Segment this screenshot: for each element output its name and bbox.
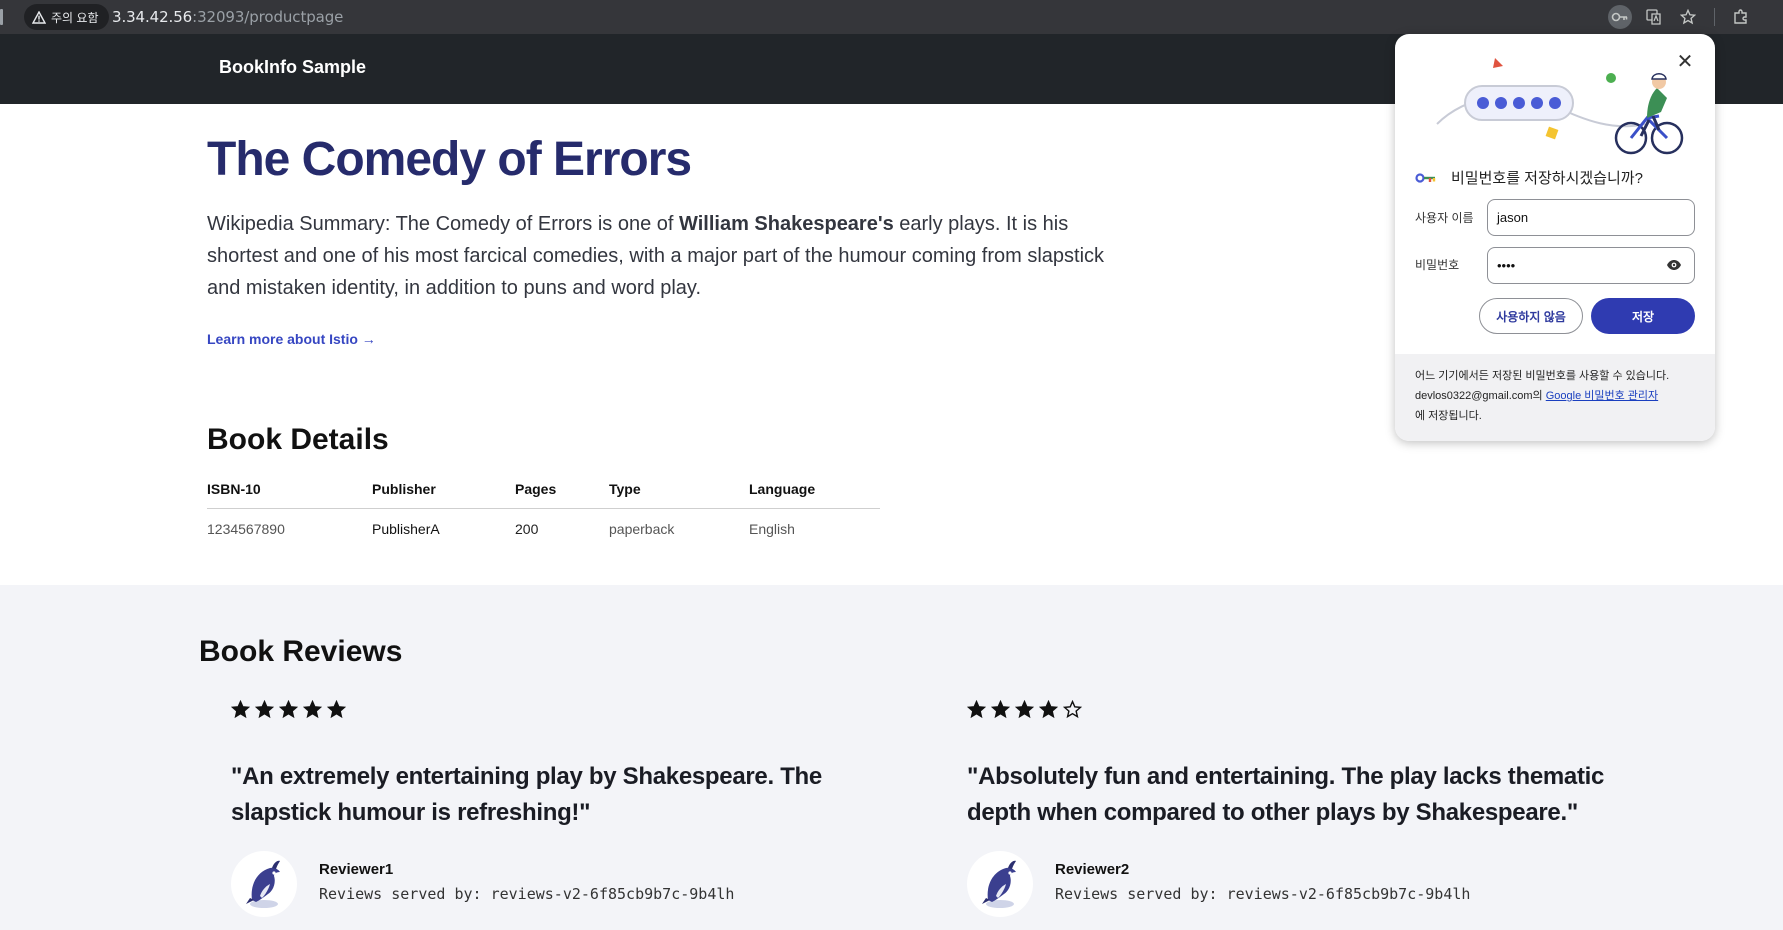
tab-edge	[0, 9, 3, 25]
review-card-1: "An extremely entertaining play by Shake…	[231, 700, 911, 921]
dolphin-icon	[246, 860, 280, 908]
page-title: The Comedy of Errors	[207, 133, 692, 186]
bookmark-star-icon[interactable]	[1676, 5, 1700, 29]
browser-toolbar: 주의 요함 3.34.42.56:32093/productpage	[0, 0, 1783, 34]
table-row: 1234567890 PublisherA 200 paperback Engl…	[207, 508, 880, 550]
column-header-isbn: ISBN-10	[207, 470, 372, 509]
dialog-footer: 어느 기기에서든 저장된 비밀번호를 사용할 수 있습니다. devlos032…	[1395, 354, 1715, 441]
review-quote: "An extremely entertaining play by Shake…	[231, 763, 822, 826]
footer-line-3: 에 저장됩니다.	[1415, 410, 1482, 422]
password-label: 비밀번호	[1415, 258, 1460, 272]
book-summary: Wikipedia Summary: The Comedy of Errors …	[207, 208, 1107, 304]
table-header-row: ISBN-10 Publisher Pages Type Language	[207, 470, 880, 509]
url-path: :32093/productpage	[192, 8, 344, 26]
toolbar-divider	[1714, 8, 1715, 26]
dialog-title: 비밀번호를 저장하시겠습니까?	[1451, 170, 1643, 187]
book-details-table: ISBN-10 Publisher Pages Type Language 12…	[207, 470, 880, 550]
password-key-icon[interactable]	[1608, 5, 1632, 29]
star-filled-icon	[967, 700, 986, 719]
dialog-heading: 비밀번호를 저장하시겠습니까?	[1415, 167, 1643, 188]
summary-author: William Shakespeare's	[679, 213, 894, 235]
star-filled-icon	[1015, 700, 1034, 719]
password-field[interactable]: ••••	[1487, 247, 1695, 284]
save-password-dialog: ✕ 비밀번호를 저장하시겠습니까? 사용자 이름 jason 비밀번호 ••••…	[1395, 34, 1715, 441]
column-header-publisher: Publisher	[372, 470, 515, 509]
book-details-heading: Book Details	[207, 423, 389, 456]
star-filled-icon	[327, 700, 346, 719]
isbn-value: 1234567890	[207, 521, 285, 538]
learn-more-link[interactable]: Learn more about Istio →	[207, 331, 376, 347]
reviewer-avatar	[967, 851, 1033, 917]
served-by-text: Reviews served by: reviews-v2-6f85cb9b7c…	[1055, 885, 1471, 903]
publisher-value: PublisherA	[372, 521, 440, 538]
pages-value: 200	[515, 521, 539, 538]
star-filled-icon	[279, 700, 298, 719]
reviewer-name: Reviewer2	[1055, 861, 1130, 878]
language-value: English	[749, 521, 795, 538]
star-filled-icon	[303, 700, 322, 719]
reviewer-info: Reviewer1 Reviews served by: reviews-v2-…	[231, 851, 911, 921]
footer-email: devlos0322@gmail.com의	[1415, 390, 1546, 402]
never-save-button[interactable]: 사용하지 않음	[1479, 298, 1583, 334]
url-host: 3.34.42.56	[112, 8, 193, 26]
save-button[interactable]: 저장	[1591, 298, 1695, 334]
brand-title[interactable]: BookInfo Sample	[219, 57, 366, 78]
review-quote: "Absolutely fun and entertaining. The pl…	[967, 763, 1605, 826]
password-value: ••••	[1497, 258, 1516, 273]
username-value: jason	[1497, 210, 1529, 225]
footer-line-1: 어느 기기에서든 저장된 비밀번호를 사용할 수 있습니다.	[1415, 370, 1670, 382]
column-header-type: Type	[609, 470, 749, 509]
star-filled-icon	[231, 700, 250, 719]
extensions-icon[interactable]	[1729, 5, 1753, 29]
star-rating	[231, 700, 911, 722]
security-warning-chip[interactable]: 주의 요함	[24, 4, 109, 30]
star-empty-icon	[1063, 700, 1082, 719]
address-bar[interactable]: 3.34.42.56:32093/productpage	[112, 8, 343, 26]
cyclist-illustration	[1436, 58, 1684, 155]
warning-icon	[32, 10, 46, 24]
reviewer-name: Reviewer1	[319, 861, 394, 878]
star-filled-icon	[991, 700, 1010, 719]
column-header-pages: Pages	[515, 470, 609, 509]
book-reviews-heading: Book Reviews	[199, 635, 403, 668]
reviewer-avatar	[231, 851, 297, 917]
review-card-2: "Absolutely fun and entertaining. The pl…	[967, 700, 1647, 921]
translate-icon[interactable]	[1642, 5, 1666, 29]
reviews-section: Book Reviews "An extremely entertaining …	[0, 585, 1783, 930]
footer-line-2: devlos0322@gmail.com의 Google 비밀번호 관리자	[1415, 386, 1695, 406]
username-field[interactable]: jason	[1487, 199, 1695, 236]
password-manager-link[interactable]: Google 비밀번호 관리자	[1546, 390, 1658, 402]
toolbar-icons	[1608, 5, 1753, 29]
username-label: 사용자 이름	[1415, 211, 1474, 225]
eye-icon[interactable]	[1666, 258, 1682, 272]
star-filled-icon	[1039, 700, 1058, 719]
dolphin-icon	[982, 860, 1016, 908]
star-filled-icon	[255, 700, 274, 719]
security-chip-label: 주의 요함	[51, 10, 99, 25]
reviewer-info: Reviewer2 Reviews served by: reviews-v2-…	[967, 851, 1647, 921]
served-by-text: Reviews served by: reviews-v2-6f85cb9b7c…	[319, 885, 735, 903]
column-header-language: Language	[749, 470, 880, 509]
summary-text-start: Wikipedia Summary: The Comedy of Errors …	[207, 213, 680, 235]
key-icon	[1415, 172, 1436, 183]
type-value: paperback	[609, 521, 675, 538]
star-rating	[967, 700, 1647, 722]
